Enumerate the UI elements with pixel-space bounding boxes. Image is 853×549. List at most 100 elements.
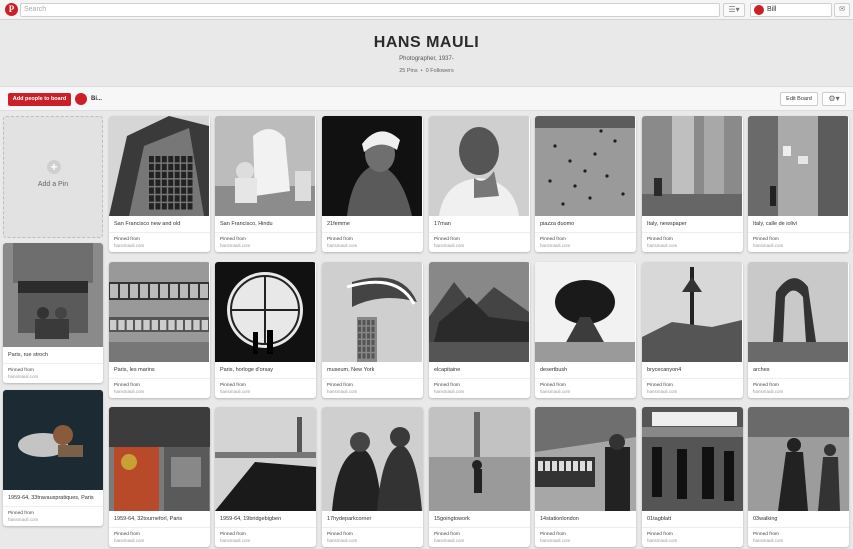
pin-image[interactable] <box>215 262 316 362</box>
pin-card[interactable]: piazza duomo Pinned from hansmauli.com <box>535 116 636 252</box>
add-people-button[interactable]: Add people to board <box>8 93 71 106</box>
add-pin-tile[interactable]: + Add a Pin <box>3 116 103 238</box>
pin-image[interactable] <box>642 407 743 511</box>
pin-source-link[interactable]: hansmauli.com <box>114 389 205 394</box>
message-icon[interactable]: ✉ <box>834 3 850 17</box>
search-input[interactable]: Search <box>20 3 720 17</box>
pin-card[interactable]: 15goingtowork Pinned from hansmauli.com <box>429 407 530 547</box>
pin-image[interactable] <box>109 262 210 362</box>
pin-card[interactable]: elcapitaine Pinned from hansmauli.com <box>429 262 530 398</box>
pin-card[interactable]: 17man Pinned from hansmauli.com <box>429 116 530 252</box>
pin-image[interactable] <box>215 116 316 216</box>
pin-image[interactable] <box>535 407 636 511</box>
followers-count[interactable]: 0 Followers <box>426 68 454 74</box>
board-description: Photographer, 1937- <box>399 56 454 62</box>
pin-source-link[interactable]: hansmauli.com <box>540 243 631 248</box>
pin-credit: Pinned from hansmauli.com <box>748 232 849 252</box>
pin-credit: Pinned from hansmauli.com <box>322 232 423 252</box>
pin-description: desertbush <box>540 367 568 373</box>
pin-card[interactable]: desertbush Pinned from hansmauli.com <box>535 262 636 398</box>
pin-source-link[interactable]: hansmauli.com <box>327 538 418 543</box>
pin-description: 15goingtowork <box>434 516 470 522</box>
pin-image[interactable] <box>748 116 849 216</box>
pin-card[interactable]: brycecanyon4 Pinned from hansmauli.com <box>642 262 743 398</box>
pin-source-link[interactable]: hansmauli.com <box>220 389 311 394</box>
pin-image[interactable] <box>748 262 849 362</box>
pin-image[interactable] <box>429 262 530 362</box>
pin-image[interactable] <box>3 243 103 347</box>
pin-source-link[interactable]: hansmauli.com <box>434 243 525 248</box>
pin-image[interactable] <box>215 407 316 511</box>
pin-source-link[interactable]: hansmauli.com <box>753 538 844 543</box>
pin-image[interactable] <box>3 390 103 490</box>
pin-image[interactable] <box>535 116 636 216</box>
pin-card[interactable]: museum, New York Pinned from hansmauli.c… <box>322 262 423 398</box>
pin-card[interactable]: San Francisco new and old Pinned from ha… <box>109 116 210 252</box>
collaborator-name[interactable]: Bi... <box>91 96 102 102</box>
user-menu-button[interactable]: Bill <box>750 3 832 17</box>
pin-image[interactable] <box>322 116 423 216</box>
pin-image[interactable] <box>109 407 210 511</box>
pin-image[interactable] <box>642 116 743 216</box>
pin-card[interactable]: 1959-64, 19bridgebigben Pinned from hans… <box>215 407 316 547</box>
pin-card[interactable]: Paris, les marins Pinned from hansmauli.… <box>109 262 210 398</box>
pin-source-link[interactable]: hansmauli.com <box>327 389 418 394</box>
pin-card[interactable]: 03walking Pinned from hansmauli.com <box>748 407 849 547</box>
pin-card[interactable]: Paris, horloge d'orsay Pinned from hansm… <box>215 262 316 398</box>
gear-icon[interactable]: ⚙▾ <box>822 92 846 106</box>
pin-description: elcapitaine <box>434 367 461 373</box>
pin-source-link[interactable]: hansmauli.com <box>647 243 738 248</box>
pinned-from-label: Pinned from <box>647 383 673 388</box>
pin-image[interactable] <box>429 407 530 511</box>
plus-icon: + <box>47 160 61 174</box>
pin-source-link[interactable]: hansmauli.com <box>753 389 844 394</box>
pinned-from-label: Pinned from <box>114 532 140 537</box>
pin-image[interactable] <box>535 262 636 362</box>
pin-credit: Pinned from hansmauli.com <box>642 527 743 547</box>
pin-card[interactable]: 1959-64, 32tourneforl, Paris Pinned from… <box>109 407 210 547</box>
pinterest-logo-icon[interactable]: P <box>5 3 18 16</box>
pin-source-link[interactable]: hansmauli.com <box>434 538 525 543</box>
pin-source-link[interactable]: hansmauli.com <box>8 517 98 522</box>
pin-source-link[interactable]: hansmauli.com <box>114 538 205 543</box>
pin-card[interactable]: Paris, rue stroch Pinned from hansmauli.… <box>3 243 103 383</box>
collaborator-avatar[interactable] <box>75 93 87 105</box>
pin-source-link[interactable]: hansmauli.com <box>753 243 844 248</box>
pinned-from-label: Pinned from <box>753 532 779 537</box>
pin-description: 01tagblatt <box>647 516 672 522</box>
pin-image[interactable] <box>748 407 849 511</box>
pin-source-link[interactable]: hansmauli.com <box>540 389 631 394</box>
pin-card[interactable]: 14stationlondon Pinned from hansmauli.co… <box>535 407 636 547</box>
hamburger-icon[interactable]: ☰▾ <box>723 3 745 17</box>
edit-board-button[interactable]: Edit Board <box>780 92 818 106</box>
pin-card[interactable]: San Francisco, Hindu Pinned from hansmau… <box>215 116 316 252</box>
pin-image[interactable] <box>109 116 210 216</box>
pin-source-link[interactable]: hansmauli.com <box>8 374 98 379</box>
pinned-from-label: Pinned from <box>114 237 140 242</box>
pin-description: Paris, les marins <box>114 367 155 373</box>
pin-source-link[interactable]: hansmauli.com <box>114 243 205 248</box>
pinned-from-label: Pinned from <box>434 237 460 242</box>
pin-card[interactable]: arches Pinned from hansmauli.com <box>748 262 849 398</box>
pin-source-link[interactable]: hansmauli.com <box>327 243 418 248</box>
pin-source-link[interactable]: hansmauli.com <box>434 389 525 394</box>
pin-card[interactable]: 21femme Pinned from hansmauli.com <box>322 116 423 252</box>
pins-count[interactable]: 25 Pins <box>399 68 417 74</box>
pin-source-link[interactable]: hansmauli.com <box>647 389 738 394</box>
pin-source-link[interactable]: hansmauli.com <box>220 243 311 248</box>
pin-source-link[interactable]: hansmauli.com <box>540 538 631 543</box>
pin-image[interactable] <box>429 116 530 216</box>
pin-credit: Pinned from hansmauli.com <box>215 527 316 547</box>
pin-card[interactable]: 01tagblatt Pinned from hansmauli.com <box>642 407 743 547</box>
pin-card[interactable]: Italy, newspaper Pinned from hansmauli.c… <box>642 116 743 252</box>
pin-image[interactable] <box>642 262 743 362</box>
pin-card[interactable]: 1959-64, 33travauxpratiques, Paris Pinne… <box>3 390 103 526</box>
pin-card[interactable]: 17hydeparkcorner Pinned from hansmauli.c… <box>322 407 423 547</box>
pin-source-link[interactable]: hansmauli.com <box>647 538 738 543</box>
pinned-from-label: Pinned from <box>647 237 673 242</box>
pin-image[interactable] <box>322 407 423 511</box>
pin-credit: Pinned from hansmauli.com <box>109 232 210 252</box>
pin-source-link[interactable]: hansmauli.com <box>220 538 311 543</box>
pin-image[interactable] <box>322 262 423 362</box>
pin-card[interactable]: Italy, calle de iolivi Pinned from hansm… <box>748 116 849 252</box>
